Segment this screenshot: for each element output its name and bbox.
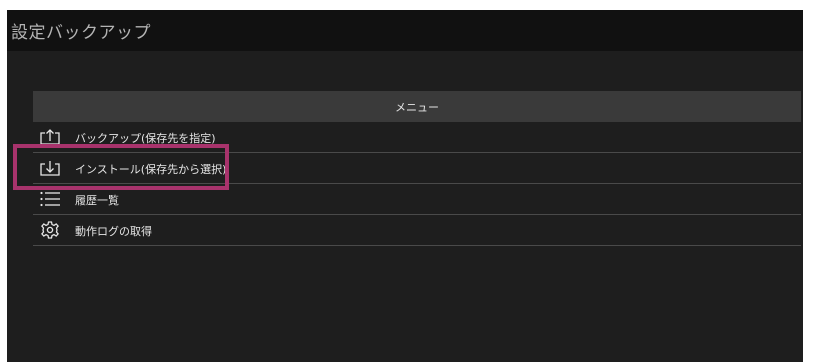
download-icon xyxy=(40,161,60,176)
menu-header: メニュー xyxy=(33,91,801,122)
menu-item-label: 動作ログの取得 xyxy=(75,225,152,238)
gear-icon xyxy=(41,221,59,239)
menu-item-label: インストール(保存先から選択) xyxy=(75,163,227,176)
app-screen: 設定バックアップ メニュー バックアップ(保存先を指定) インストール(保存先か… xyxy=(7,10,803,362)
page-title: 設定バックアップ xyxy=(11,23,151,43)
menu-item-label: バックアップ(保存先を指定) xyxy=(75,132,216,145)
menu-item-install[interactable]: インストール(保存先から選択) xyxy=(33,153,801,184)
upload-icon xyxy=(40,129,60,145)
menu-header-label: メニュー xyxy=(395,101,439,114)
menu-item-log[interactable]: 動作ログの取得 xyxy=(33,215,801,246)
menu-item-label: 履歴一覧 xyxy=(75,194,119,207)
title-bar: 設定バックアップ xyxy=(7,10,803,51)
list-icon xyxy=(40,191,60,207)
menu-item-backup[interactable]: バックアップ(保存先を指定) xyxy=(33,122,801,153)
menu-item-history[interactable]: 履歴一覧 xyxy=(33,184,801,215)
